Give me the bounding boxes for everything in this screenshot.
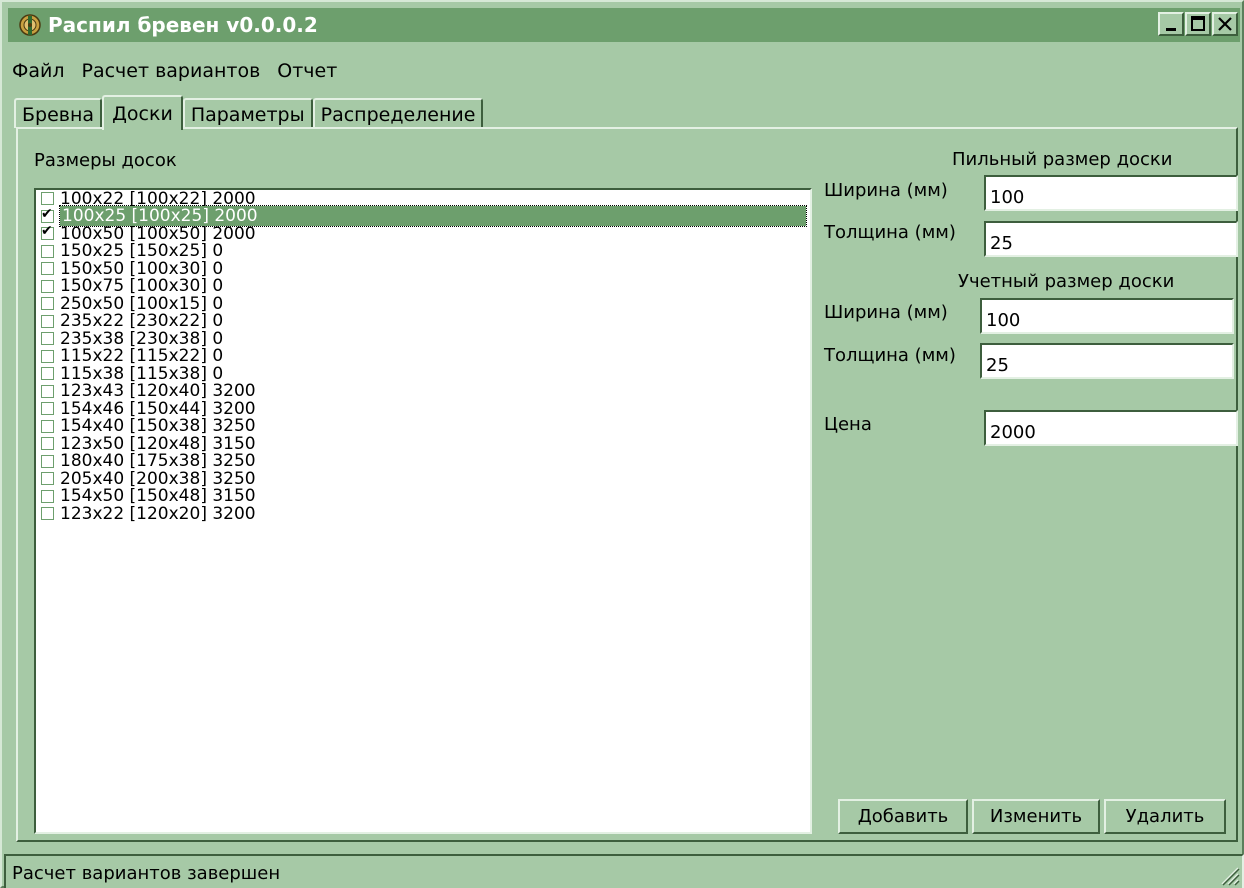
account-width-input[interactable] [980,298,1234,334]
tab-strip: Бревна Доски Параметры Распределение [14,95,484,130]
board-list-item[interactable]: 115x38 [115x38] 0 [36,364,810,384]
board-list-item[interactable]: 205x40 [200x38] 3250 [36,469,810,489]
boards-list-label: Размеры досок [34,150,177,171]
minimize-button[interactable] [1158,12,1184,36]
saw-thickness-label: Толщина (мм) [824,222,956,243]
boards-list[interactable]: 100x22 [100x22] 2000100x25 [100x25] 2000… [34,188,812,834]
menu-bar: Файл Расчет вариантов Отчет [12,60,337,82]
tab-boards[interactable]: Доски [102,95,183,130]
resize-grip-icon[interactable] [1218,864,1240,886]
minimize-icon [1166,28,1176,31]
board-checkbox[interactable] [41,419,54,433]
app-icon [19,14,41,36]
price-label: Цена [824,414,872,435]
edit-button[interactable]: Изменить [972,799,1100,834]
board-checkbox[interactable] [41,223,54,241]
board-checkbox[interactable] [41,402,54,416]
tab-logs[interactable]: Бревна [14,98,103,128]
board-list-item[interactable]: 100x25 [100x25] 2000 [36,205,810,228]
board-checkbox[interactable] [41,367,54,381]
board-list-item[interactable]: 180x40 [175x38] 3250 [36,451,810,471]
board-list-item[interactable]: 123x43 [120x40] 3200 [36,381,810,401]
price-input[interactable] [984,410,1238,446]
board-checkbox[interactable] [41,297,54,311]
board-list-item[interactable]: 100x50 [100x50] 2000 [36,223,810,244]
status-text: Расчет вариантов завершен [12,863,281,884]
board-label: 123x22 [120x20] 3200 [60,503,256,524]
board-checkbox[interactable] [41,244,54,258]
board-list-item[interactable]: 235x38 [230x38] 0 [36,329,810,349]
saw-thickness-input[interactable] [984,221,1238,257]
menu-calculate-variants[interactable]: Расчет вариантов [82,60,261,82]
delete-button[interactable]: Удалить [1104,799,1226,834]
menu-file[interactable]: Файл [12,60,65,82]
app-window: Распил бревен v0.0.0.2 Файл Расчет вариа… [0,0,1244,888]
tab-distribution[interactable]: Распределение [312,98,484,128]
title-bar[interactable]: Распил бревен v0.0.0.2 [8,8,1240,42]
saw-width-label: Ширина (мм) [824,180,948,201]
menu-report[interactable]: Отчет [277,60,337,82]
board-list-item[interactable]: 154x46 [150x44] 3200 [36,399,810,419]
saw-width-input[interactable] [984,175,1238,211]
board-checkbox[interactable] [41,489,54,503]
account-thickness-input[interactable] [980,343,1234,379]
board-checkbox[interactable] [41,384,54,398]
board-checkbox[interactable] [41,206,54,223]
close-icon [1218,17,1232,31]
tab-parameters[interactable]: Параметры [182,98,313,128]
saw-size-heading: Пильный размер доски [952,149,1173,170]
board-list-item[interactable]: 123x50 [120x48] 3150 [36,434,810,454]
board-checkbox[interactable] [41,332,54,346]
board-list-item[interactable]: 150x75 [100x30] 0 [36,276,810,296]
board-list-item[interactable]: 150x50 [100x30] 0 [36,259,810,279]
maximize-button[interactable] [1185,12,1211,36]
board-checkbox[interactable] [41,454,54,468]
account-size-heading: Учетный размер доски [958,271,1175,292]
board-checkbox[interactable] [41,437,54,451]
board-checkbox[interactable] [41,192,54,206]
window-title: Распил бревен v0.0.0.2 [48,13,318,37]
maximize-icon [1191,16,1205,31]
board-list-item[interactable]: 154x40 [150x38] 3250 [36,416,810,436]
add-button[interactable]: Добавить [838,799,968,834]
board-checkbox[interactable] [41,507,54,521]
account-thickness-label: Толщина (мм) [824,345,956,366]
board-checkbox[interactable] [41,472,54,486]
close-button[interactable] [1212,12,1238,36]
board-checkbox[interactable] [41,349,54,363]
board-checkbox[interactable] [41,262,54,276]
board-checkbox[interactable] [41,314,54,328]
board-checkbox[interactable] [41,279,54,293]
window-controls [1158,12,1238,36]
board-list-item[interactable]: 250x50 [100x15] 0 [36,294,810,314]
board-list-item[interactable]: 154x50 [150x48] 3150 [36,486,810,506]
board-list-item[interactable]: 235x22 [230x22] 0 [36,311,810,331]
board-list-item[interactable]: 115x22 [115x22] 0 [36,346,810,366]
status-bar: Расчет вариантов завершен [4,854,1244,888]
board-list-item[interactable]: 123x22 [120x20] 3200 [36,503,810,524]
board-list-item[interactable]: 100x22 [100x22] 2000 [36,190,810,209]
board-list-item[interactable]: 150x25 [150x25] 0 [36,241,810,261]
account-width-label: Ширина (мм) [824,302,948,323]
